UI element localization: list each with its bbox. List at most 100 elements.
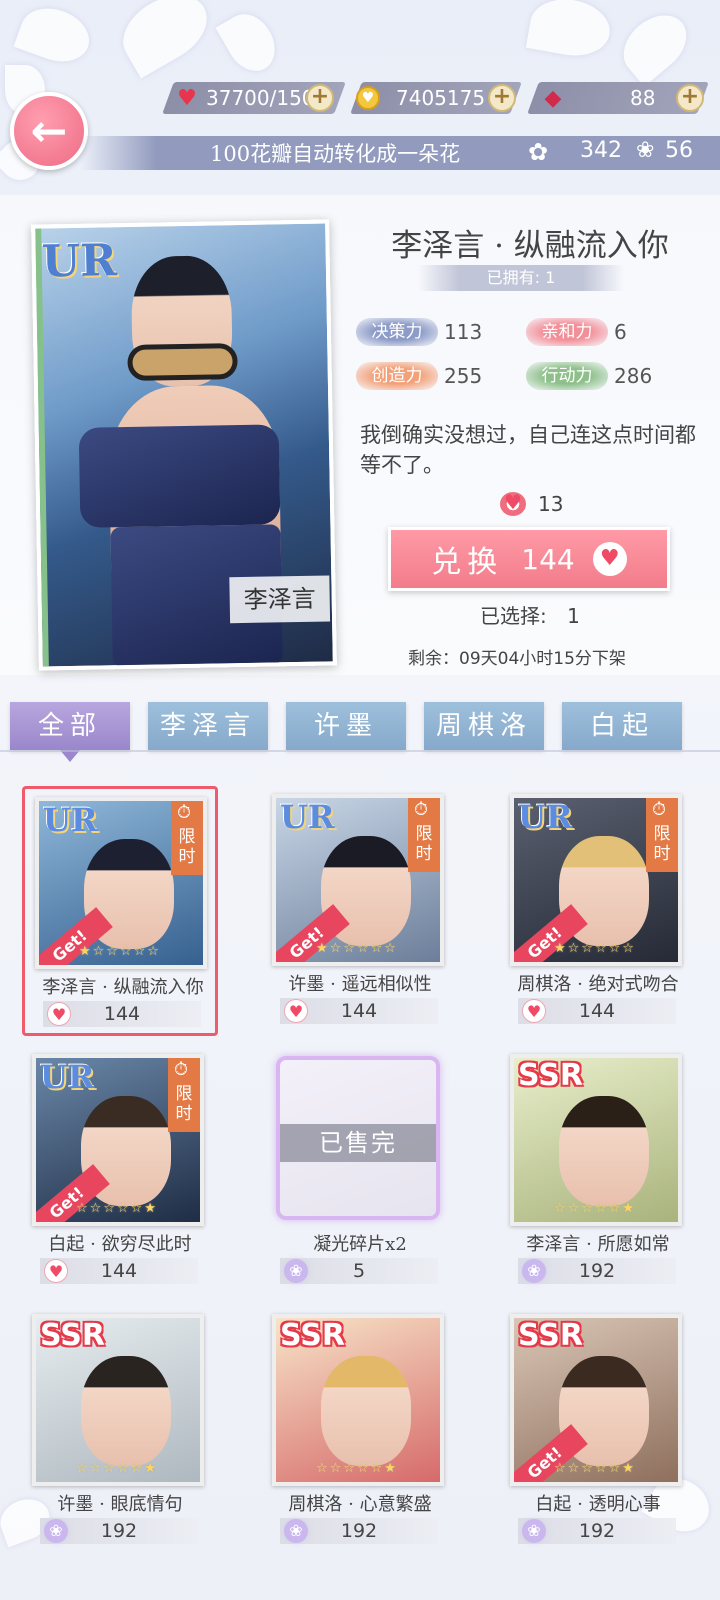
petal-icon: ❀ xyxy=(284,1259,308,1283)
item-price: ♥ 144 xyxy=(518,998,676,1024)
ssr-badge-icon: SSR xyxy=(518,1058,583,1093)
shop-item[interactable]: SSR ☆☆☆☆☆★ 周棋洛 · 心意繁盛 ❀ 192 xyxy=(262,1306,458,1556)
star-rating-icon: ☆☆☆☆☆★ xyxy=(554,1201,636,1216)
owned-count: 已拥有: 1 xyxy=(418,265,624,291)
item-price: ♥ 144 xyxy=(40,1258,198,1284)
tab-baiqi[interactable]: 白起 xyxy=(562,702,682,750)
ur-badge-icon: UR xyxy=(280,798,335,836)
stat-label: 创造力 xyxy=(356,362,438,390)
card-quote: 我倒确实没想过，自己连这点时间都等不了。 xyxy=(360,423,696,477)
petal-notice-text: 100花瓣自动转化成一朵花 xyxy=(210,142,461,166)
shop-item[interactable]: UR 限时 Get! ★☆☆☆☆☆ 李泽言 · 纵融流入你 ♥ 144 xyxy=(22,786,218,1036)
shop-item[interactable]: SSR ☆☆☆☆☆★ 李泽言 · 所愿如常 ❀ 192 xyxy=(500,1046,696,1296)
back-button[interactable]: ← xyxy=(10,92,88,170)
shop-item[interactable]: UR 限时 Get! ★☆☆☆☆☆ 周棋洛 · 绝对式吻合 ♥ 144 xyxy=(500,786,696,1036)
card-artwork[interactable]: UR 李泽言 xyxy=(31,219,337,671)
beat-heart-icon: ♥ xyxy=(592,542,627,576)
item-name: 周棋洛 · 绝对式吻合 xyxy=(517,974,679,995)
item-thumbnail: UR 限时 Get! ★☆☆☆☆☆ xyxy=(35,797,207,969)
item-price: ❀ 192 xyxy=(518,1518,676,1544)
card-title: 李泽言 · 纵融流入你 xyxy=(391,228,669,264)
item-thumbnail: UR 限时 Get! ★☆☆☆☆☆ xyxy=(510,794,682,966)
ur-badge-icon: UR xyxy=(41,235,118,288)
ur-badge-icon: UR xyxy=(40,1058,95,1096)
exchange-label: 兑换 xyxy=(431,545,504,580)
stat-action: 行动力 286 xyxy=(526,362,652,390)
tab-zhouqiluo[interactable]: 周棋洛 xyxy=(424,702,544,750)
limited-time-badge: 限时 xyxy=(171,801,203,875)
star-rating-icon: ☆☆☆☆☆★ xyxy=(76,1461,158,1476)
add-stamina-button[interactable]: + xyxy=(306,84,334,112)
flower-icon: ✿ xyxy=(528,138,549,166)
gold-display: ♥ 7405175 xyxy=(356,82,485,114)
shop-item[interactable]: UR 限时 Get! ☆☆☆☆☆★ 白起 · 欲穷尽此时 ♥ 144 xyxy=(22,1046,218,1296)
item-name: 白起 · 透明心事 xyxy=(535,1494,661,1515)
item-thumbnail: SSR ☆☆☆☆☆★ xyxy=(32,1314,204,1486)
gold-value: 7405175 xyxy=(396,86,486,110)
flower-count: 342 xyxy=(580,138,622,163)
tab-xumo[interactable]: 许墨 xyxy=(286,702,406,750)
add-gold-button[interactable]: + xyxy=(488,84,516,112)
item-price: ❀ 192 xyxy=(280,1518,438,1544)
exchange-button[interactable]: 兑换 144 ♥ xyxy=(388,527,670,591)
limited-time-badge: 限时 xyxy=(408,798,440,872)
beat-heart-icon: ♥ xyxy=(522,999,546,1023)
stat-affinity: 亲和力 6 xyxy=(526,318,627,346)
item-price: ♥ 144 xyxy=(280,998,438,1024)
stamina-value: 37700/150 xyxy=(206,86,315,110)
item-name: 李泽言 · 纵融流入你 xyxy=(42,977,204,998)
beat-heart-icon: ♥ xyxy=(284,999,308,1023)
ssr-badge-icon: SSR xyxy=(518,1318,583,1353)
petal-icon: ❀ xyxy=(522,1259,546,1283)
item-thumbnail: UR 限时 Get! ☆☆☆☆☆★ xyxy=(32,1054,204,1226)
star-rating-icon: ★☆☆☆☆☆ xyxy=(316,941,398,956)
ur-badge-icon: UR xyxy=(518,798,573,836)
petal-icon: ❀ xyxy=(44,1519,68,1543)
petal-icon: ❀ xyxy=(522,1519,546,1543)
shop-item[interactable]: SSR ☆☆☆☆☆★ 许墨 · 眼底情句 ❀ 192 xyxy=(22,1306,218,1556)
stat-label: 行动力 xyxy=(526,362,608,390)
stat-label: 决策力 xyxy=(356,318,438,346)
divider xyxy=(0,750,720,752)
beat-heart-icon: ♥ xyxy=(47,1002,71,1026)
stat-value: 286 xyxy=(614,364,653,388)
shop-item-soldout[interactable]: 已售完 凝光碎片x2 ❀ 5 xyxy=(262,1046,458,1296)
back-arrow-icon: ← xyxy=(30,105,68,157)
star-rating-icon: ☆☆☆☆☆★ xyxy=(554,1461,636,1476)
tab-lizeyan[interactable]: 李泽言 xyxy=(148,702,268,750)
beat-heart-icon xyxy=(500,490,526,516)
star-rating-icon: ☆☆☆☆☆★ xyxy=(316,1461,398,1476)
stat-value: 255 xyxy=(444,364,483,388)
stat-creativity: 创造力 255 xyxy=(356,362,482,390)
tab-all[interactable]: 全部 xyxy=(10,702,130,762)
stat-decision: 决策力 113 xyxy=(356,318,482,346)
item-name: 李泽言 · 所愿如常 xyxy=(526,1234,670,1255)
item-name: 凝光碎片x2 xyxy=(313,1234,407,1255)
diamond-value: 88 xyxy=(630,86,656,110)
item-name: 周棋洛 · 心意繁盛 xyxy=(288,1494,432,1515)
owned-currency: 13 xyxy=(500,490,564,516)
item-thumbnail: SSR Get! ☆☆☆☆☆★ xyxy=(510,1314,682,1486)
petal-count: 56 xyxy=(665,138,693,163)
item-name: 许墨 · 遥远相似性 xyxy=(288,974,432,995)
item-price: ❀ 5 xyxy=(280,1258,438,1284)
diamond-display: ◆ 88 xyxy=(540,82,656,114)
petal-notice-band: 100花瓣自动转化成一朵花 ✿ 342 ❀ 56 xyxy=(80,136,720,170)
beat-heart-icon: ♥ xyxy=(44,1259,68,1283)
heart-icon: ♥ xyxy=(177,85,197,111)
stat-value: 6 xyxy=(614,320,627,344)
shop-item[interactable]: SSR Get! ☆☆☆☆☆★ 白起 · 透明心事 ❀ 192 xyxy=(500,1306,696,1556)
card-name-tag: 李泽言 xyxy=(229,575,331,624)
shop-item[interactable]: UR 限时 Get! ★☆☆☆☆☆ 许墨 · 遥远相似性 ♥ 144 xyxy=(262,786,458,1036)
goggles-icon xyxy=(127,343,238,381)
star-rating-icon: ★☆☆☆☆☆ xyxy=(79,944,161,959)
soldout-thumbnail: 已售完 xyxy=(276,1056,440,1220)
owned-currency-value: 13 xyxy=(538,492,564,516)
ssr-badge-icon: SSR xyxy=(280,1318,345,1353)
item-price: ❀ 192 xyxy=(40,1518,198,1544)
selected-count: 已选择: 1 xyxy=(480,604,580,628)
stamina-display: ♥ 37700/150 xyxy=(174,82,315,114)
item-price: ♥ 144 xyxy=(43,1001,201,1027)
add-diamond-button[interactable]: + xyxy=(676,84,704,112)
remaining-time: 剩余：09天04小时15分下架 xyxy=(408,649,626,669)
